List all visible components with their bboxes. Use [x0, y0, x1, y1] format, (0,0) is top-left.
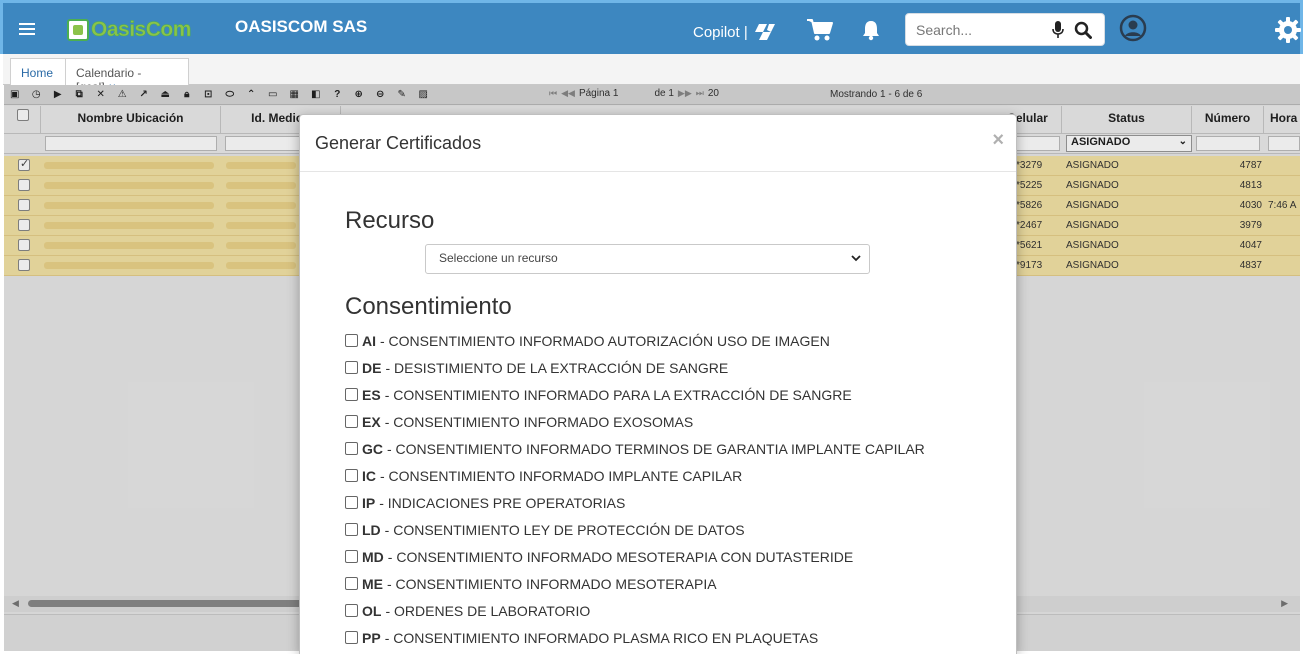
chevron-down-icon [851, 255, 861, 262]
consent-code: EX [362, 414, 381, 430]
bell-icon[interactable] [861, 19, 881, 41]
consent-checkbox[interactable] [345, 388, 358, 401]
consent-list: AI - CONSENTIMIENTO INFORMADO AUTORIZACIÓ… [345, 333, 925, 654]
consent-checkbox[interactable] [345, 361, 358, 374]
consent-checkbox[interactable] [345, 334, 358, 347]
consent-code: IP [362, 495, 376, 511]
consent-checkbox[interactable] [345, 442, 358, 455]
consent-item[interactable]: GC - CONSENTIMIENTO INFORMADO TERMINOS DE… [345, 441, 925, 468]
consent-checkbox[interactable] [345, 496, 358, 509]
search-icon[interactable] [1074, 21, 1092, 39]
generate-certificates-modal: Generar Certificados × Recurso Seleccion… [299, 114, 1017, 654]
modal-title: Generar Certificados [315, 133, 482, 153]
consent-item[interactable]: MD - CONSENTIMIENTO INFORMADO MESOTERAPIA… [345, 549, 925, 576]
tabs-bar: Home Calendario -[gcal]× [3, 54, 1300, 94]
consent-title: Consentimiento [345, 293, 512, 320]
consent-item[interactable]: EX - CONSENTIMIENTO INFORMADO EXOSOMAS [345, 414, 925, 441]
consent-checkbox[interactable] [345, 631, 358, 644]
search-input[interactable] [916, 20, 1046, 40]
consent-description: - CONSENTIMIENTO INFORMADO TERMINOS DE G… [387, 441, 925, 457]
consent-checkbox[interactable] [345, 469, 358, 482]
consent-checkbox[interactable] [345, 550, 358, 563]
consent-item[interactable]: IC - CONSENTIMIENTO INFORMADO IMPLANTE CA… [345, 468, 925, 495]
consent-code: MD [362, 549, 384, 565]
consent-description: - INDICACIONES PRE OPERATORIAS [379, 495, 626, 511]
company-name: OASISCOM SAS [235, 17, 368, 36]
consent-item[interactable]: ME - CONSENTIMIENTO INFORMADO MESOTERAPIA [345, 576, 925, 603]
consent-item[interactable]: DE - DESISTIMIENTO DE LA EXTRACCIÓN DE SA… [345, 360, 925, 387]
consent-item[interactable]: LD - CONSENTIMIENTO LEY DE PROTECCIÓN DE … [345, 522, 925, 549]
consent-description: - CONSENTIMIENTO LEY DE PROTECCIÓN DE DA… [384, 522, 745, 538]
consent-code: ME [362, 576, 383, 592]
consent-checkbox[interactable] [345, 604, 358, 617]
consent-checkbox[interactable] [345, 523, 358, 536]
consent-item[interactable]: OL - ORDENES DE LABORATORIO [345, 603, 925, 630]
resource-select-value: Seleccione un recurso [439, 251, 558, 265]
gear-icon[interactable] [1274, 16, 1302, 44]
logo-text: OasisCom [91, 18, 192, 42]
consent-code: ES [362, 387, 381, 403]
resource-select[interactable]: Seleccione un recurso [425, 244, 870, 274]
resource-title: Recurso [345, 207, 435, 234]
copilot-icon [754, 24, 775, 40]
consent-checkbox[interactable] [345, 577, 358, 590]
consent-description: - CONSENTIMIENTO INFORMADO AUTORIZACIÓN … [380, 333, 830, 349]
consent-code: LD [362, 522, 381, 538]
tab-calendario[interactable]: Calendario -[gcal]× [65, 58, 189, 94]
consent-description: - CONSENTIMIENTO INFORMADO MESOTERAPIA [387, 576, 717, 592]
consent-description: - CONSENTIMIENTO INFORMADO PARA LA EXTRA… [384, 387, 852, 403]
oasiscom-logo[interactable]: OasisCom [67, 17, 192, 43]
consent-code: PP [362, 630, 381, 646]
consent-description: - CONSENTIMIENTO INFORMADO IMPLANTE CAPI… [380, 468, 743, 484]
tab-home-label: Home [21, 66, 54, 80]
consent-code: GC [362, 441, 383, 457]
consent-item[interactable]: ES - CONSENTIMIENTO INFORMADO PARA LA EXT… [345, 387, 925, 414]
consent-description: - CONSENTIMIENTO INFORMADO PLASMA RICO E… [384, 630, 819, 646]
user-avatar-icon[interactable] [1119, 14, 1147, 42]
logo-mark-icon [67, 19, 89, 41]
mic-icon[interactable] [1052, 21, 1064, 39]
consent-code: OL [362, 603, 382, 619]
top-navbar: OasisCom OASISCOM SAS Copilot | [0, 0, 1303, 54]
consent-description: - DESISTIMIENTO DE LA EXTRACCIÓN DE SANG… [385, 360, 729, 376]
cart-icon[interactable] [806, 17, 834, 43]
consent-description: - CONSENTIMIENTO INFORMADO EXOSOMAS [384, 414, 694, 430]
consent-code: DE [362, 360, 382, 376]
consent-code: AI [362, 333, 376, 349]
consent-checkbox[interactable] [345, 415, 358, 428]
copilot-button[interactable]: Copilot | [693, 21, 777, 43]
copilot-label: Copilot | [693, 23, 748, 41]
consent-code: IC [362, 468, 376, 484]
consent-item[interactable]: PP - CONSENTIMIENTO INFORMADO PLASMA RICO… [345, 630, 925, 654]
consent-description: - ORDENES DE LABORATORIO [385, 603, 591, 619]
consent-item[interactable]: AI - CONSENTIMIENTO INFORMADO AUTORIZACIÓ… [345, 333, 925, 360]
modal-header: Generar Certificados × [300, 115, 1016, 172]
consent-item[interactable]: IP - INDICACIONES PRE OPERATORIAS [345, 495, 925, 522]
consent-description: - CONSENTIMIENTO INFORMADO MESOTERAPIA C… [387, 549, 854, 565]
tab-home[interactable]: Home [10, 58, 66, 86]
close-icon[interactable]: × [992, 129, 1004, 152]
menu-icon[interactable] [19, 23, 35, 35]
search-box [905, 13, 1105, 46]
